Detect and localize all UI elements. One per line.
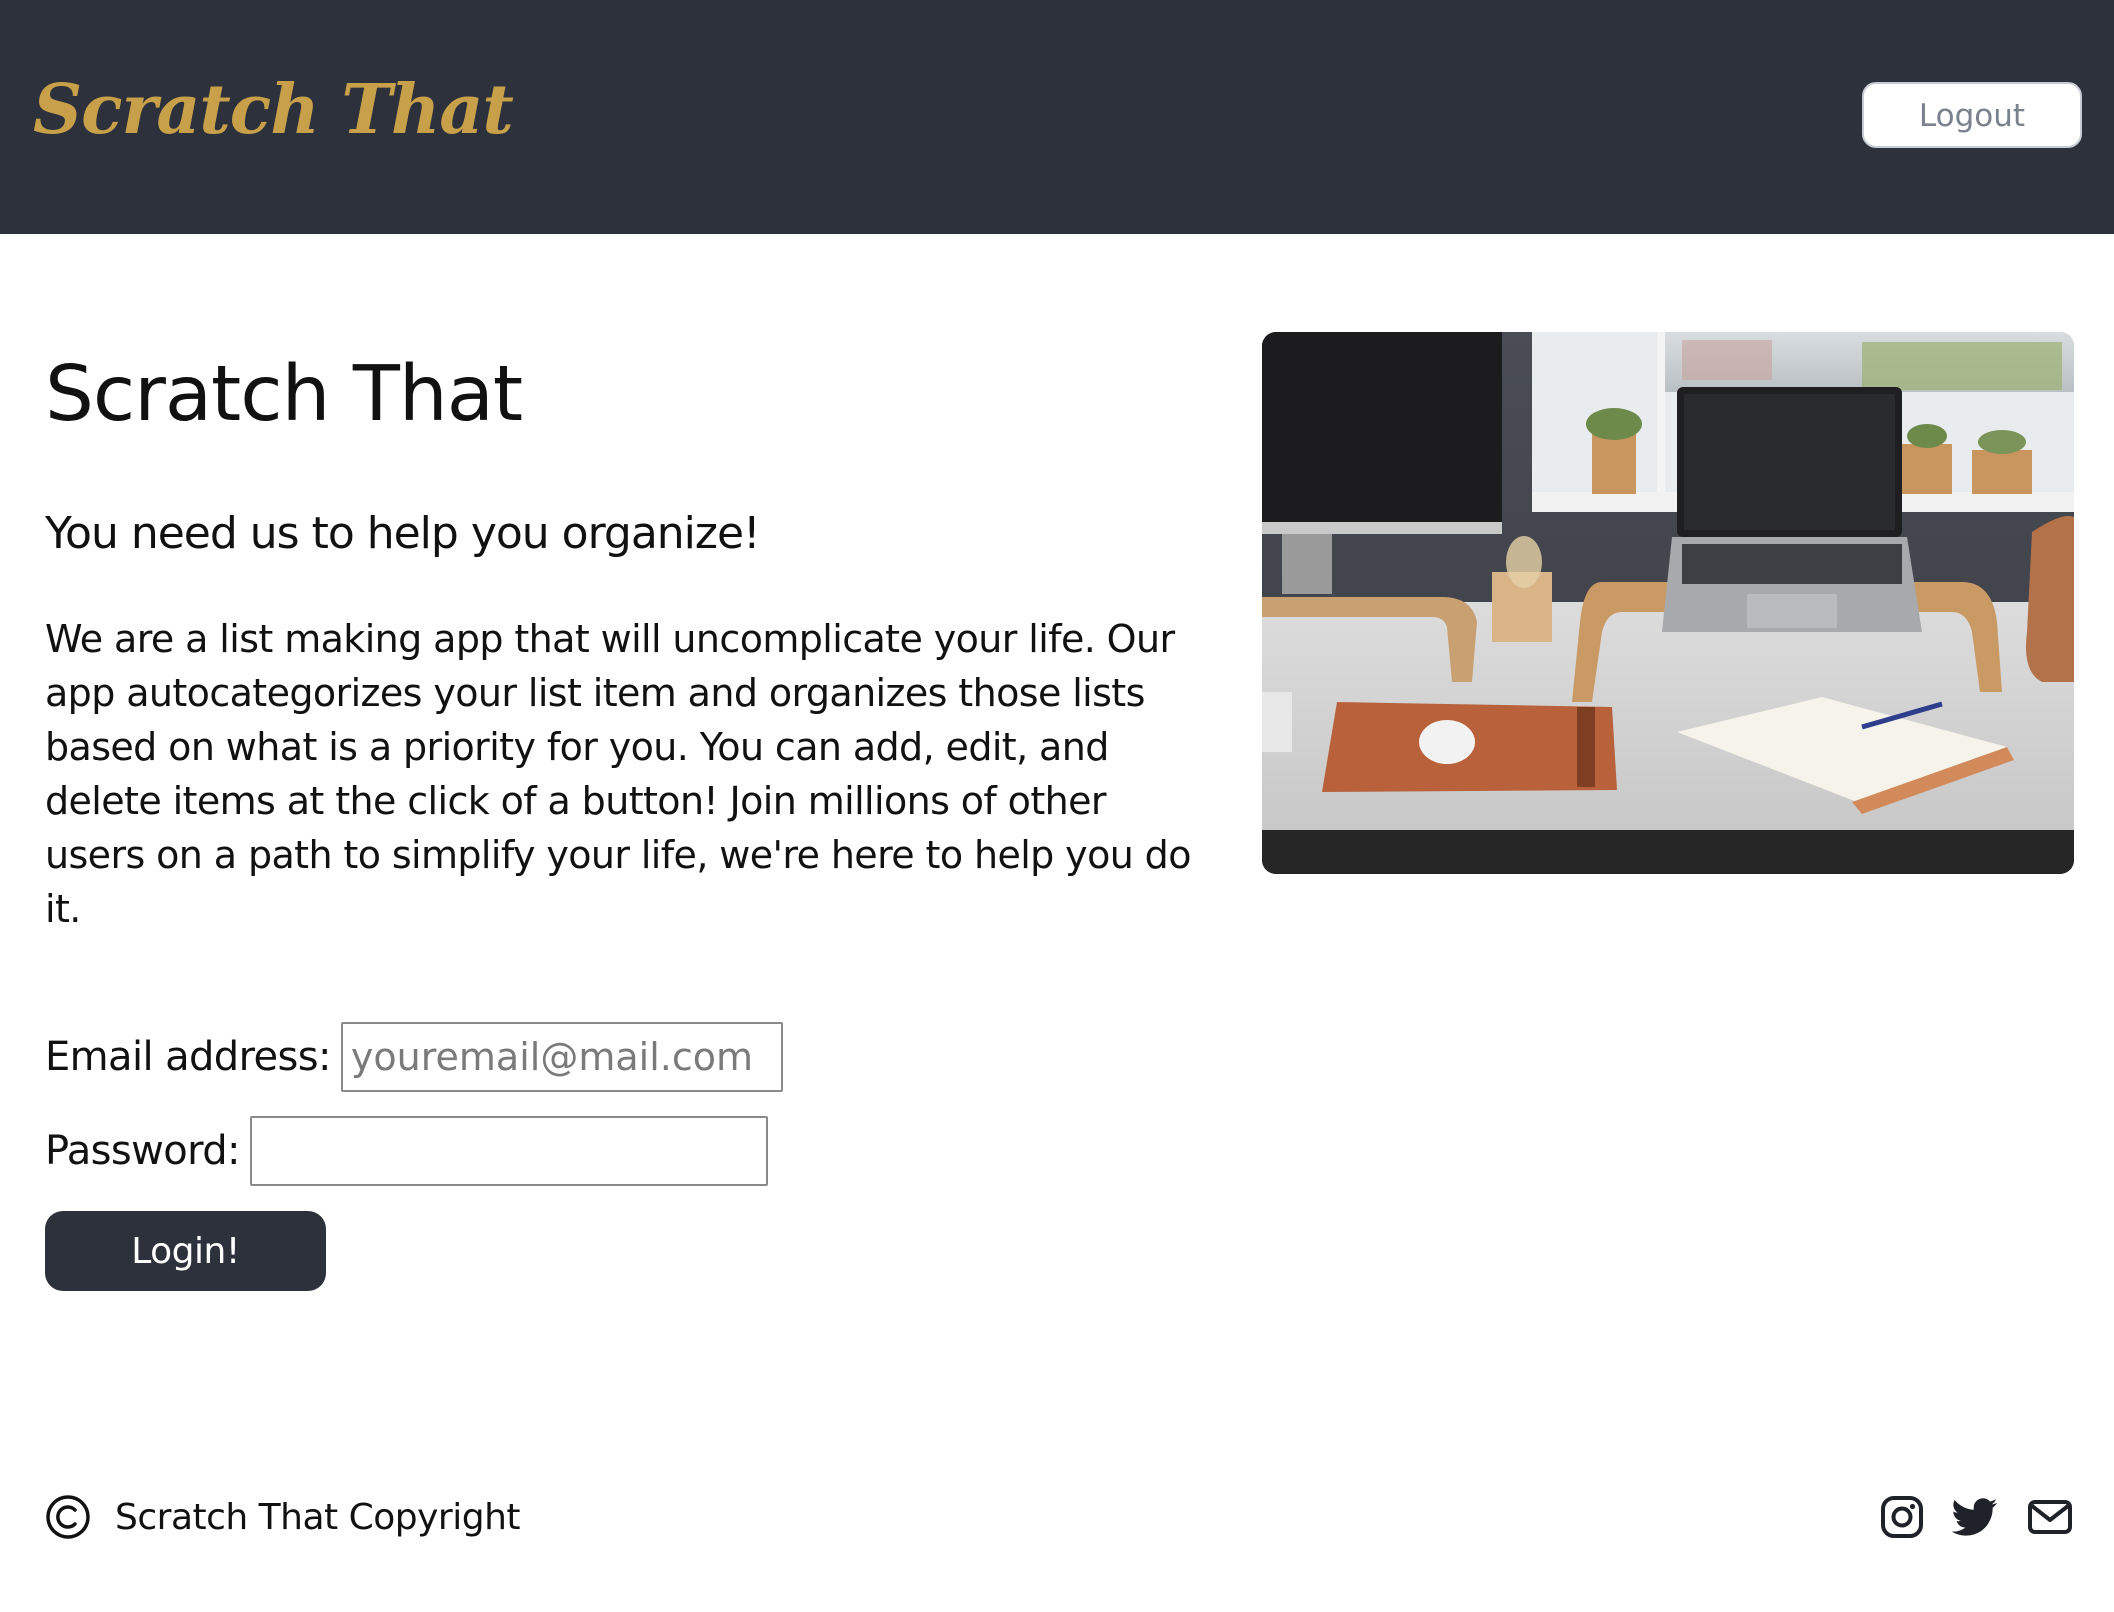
desk-workspace-image: [1262, 332, 2074, 874]
twitter-icon[interactable]: [1952, 1494, 1998, 1540]
page-title: Scratch That: [45, 350, 523, 439]
password-label: Password:: [45, 1128, 241, 1174]
email-label: Email address:: [45, 1034, 332, 1080]
logo[interactable]: Scratch That: [33, 70, 514, 150]
logout-button[interactable]: Logout: [1862, 82, 2082, 148]
app-description: We are a list making app that will uncom…: [45, 617, 1191, 931]
password-field[interactable]: [249, 1116, 768, 1186]
email-field[interactable]: [340, 1022, 783, 1092]
site-header: Scratch That Logout: [0, 0, 2114, 234]
page-subtitle: You need us to help you organize!: [45, 508, 761, 559]
login-button[interactable]: Login!: [45, 1211, 326, 1291]
copyright-icon: [45, 1494, 91, 1540]
mail-icon[interactable]: [2027, 1494, 2073, 1540]
copyright-notice: Scratch That Copyright: [45, 1494, 521, 1540]
copyright-text: Scratch That Copyright: [115, 1496, 521, 1538]
instagram-icon[interactable]: [1879, 1494, 1925, 1540]
email-row: Email address:: [45, 1022, 783, 1092]
password-row: Password:: [45, 1116, 768, 1186]
